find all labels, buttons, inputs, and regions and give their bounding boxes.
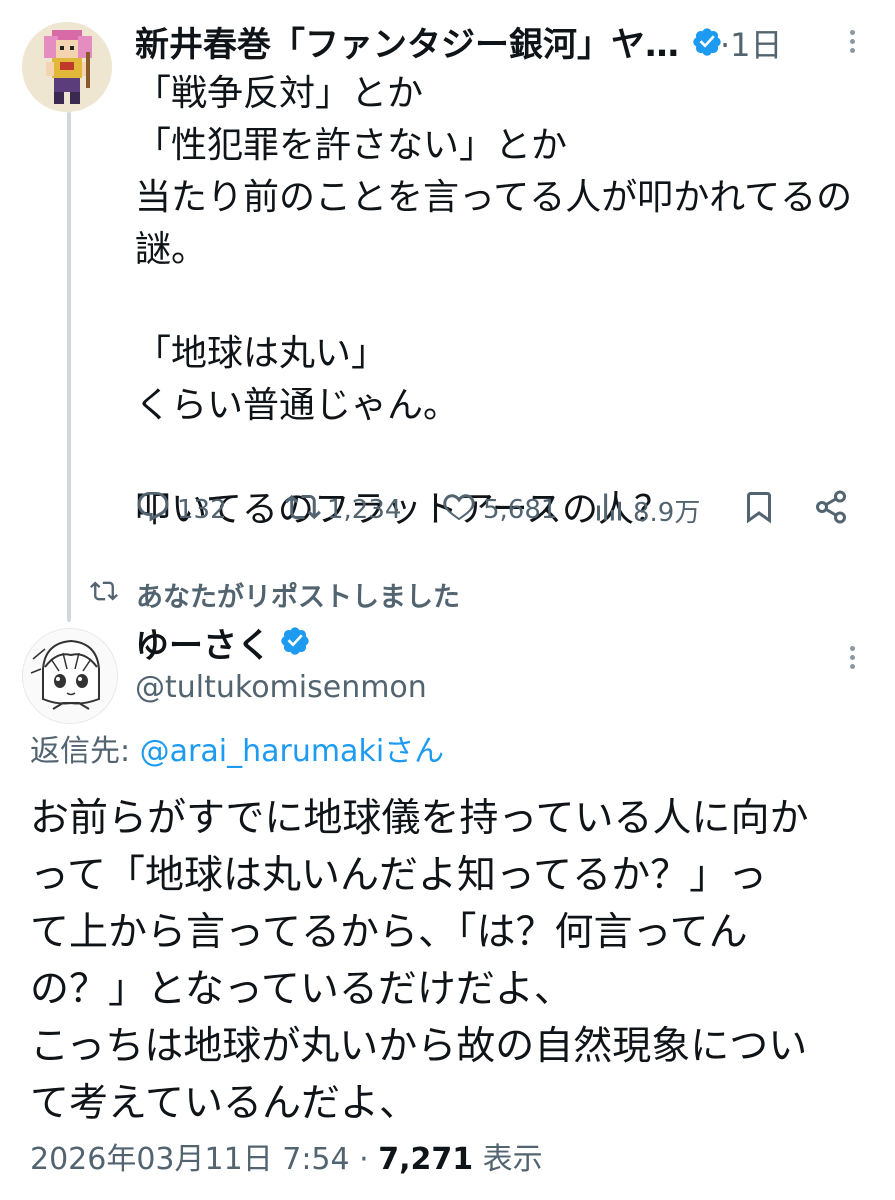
view-label: 表示 (473, 1142, 543, 1177)
like-count: 5,681 (483, 495, 558, 525)
pixel-avatar-image (22, 22, 112, 112)
share-icon (813, 489, 855, 532)
bookmark-icon (741, 489, 783, 532)
tweet-text: 「戦争反対」とか 「性犯罪を許さない」とか 当たり前のことを言ってる人が叩かれて… (135, 73, 853, 530)
author-name[interactable]: ゆーさく (135, 624, 311, 668)
reply-button[interactable]: 132 (135, 488, 227, 532)
reply-count: 132 (177, 495, 227, 525)
tweet-date[interactable]: 2026年03月11日 7:54 · (30, 1142, 378, 1177)
views-count: 8.9万 (633, 497, 701, 528)
views-icon (591, 489, 633, 532)
bookmark-button[interactable] (741, 488, 783, 532)
repost-notice-text: あなたがリポストしました (136, 581, 460, 613)
verified-badge-icon (691, 26, 723, 68)
repost-notice: あなたがリポストしました (90, 572, 460, 616)
author-handle[interactable]: @tultukomisenmon (135, 666, 427, 710)
repost-icon (285, 489, 327, 532)
avatar[interactable] (22, 22, 112, 112)
repost-count: 1,234 (327, 495, 402, 525)
tweet-footer: 2026年03月11日 7:54 · 7,271 表示 (30, 1138, 543, 1182)
reply-icon (135, 489, 177, 532)
verified-badge-icon (279, 624, 311, 668)
manga-avatar-image (23, 629, 117, 723)
replying-to: 返信先: @arai_harumakiさん (30, 730, 444, 774)
like-icon (441, 489, 483, 532)
avatar[interactable] (22, 628, 118, 724)
like-button[interactable]: 5,681 (441, 488, 557, 532)
more-icon[interactable] (840, 642, 864, 682)
author-name-text[interactable]: 新井春巻「ファンタジー銀河」ヤ… (135, 25, 679, 65)
repost-icon (90, 577, 136, 612)
share-button[interactable] (813, 488, 855, 532)
more-icon[interactable] (840, 26, 864, 66)
repost-button[interactable]: 1,234 (285, 488, 401, 532)
tweet-actions: 132 1,234 5,681 8.9万 (135, 488, 855, 532)
author-name-text[interactable]: ゆーさく (135, 624, 271, 668)
tweet-text: お前らがすでに地球儀を持っている人に向か って「地球は丸いんだよ知ってるか？」っ… (30, 796, 809, 1126)
replying-prefix: 返信先: (30, 734, 140, 769)
view-count: 7,271 (378, 1142, 474, 1177)
replying-to-mention[interactable]: @arai_harumakiさん (140, 734, 445, 769)
views-button[interactable]: 8.9万 (591, 488, 700, 532)
author-name[interactable]: 新井春巻「ファンタジー銀河」ヤ… (135, 24, 723, 68)
thread-connector (67, 112, 71, 622)
tweet-time[interactable]: ·1日 (720, 24, 783, 66)
